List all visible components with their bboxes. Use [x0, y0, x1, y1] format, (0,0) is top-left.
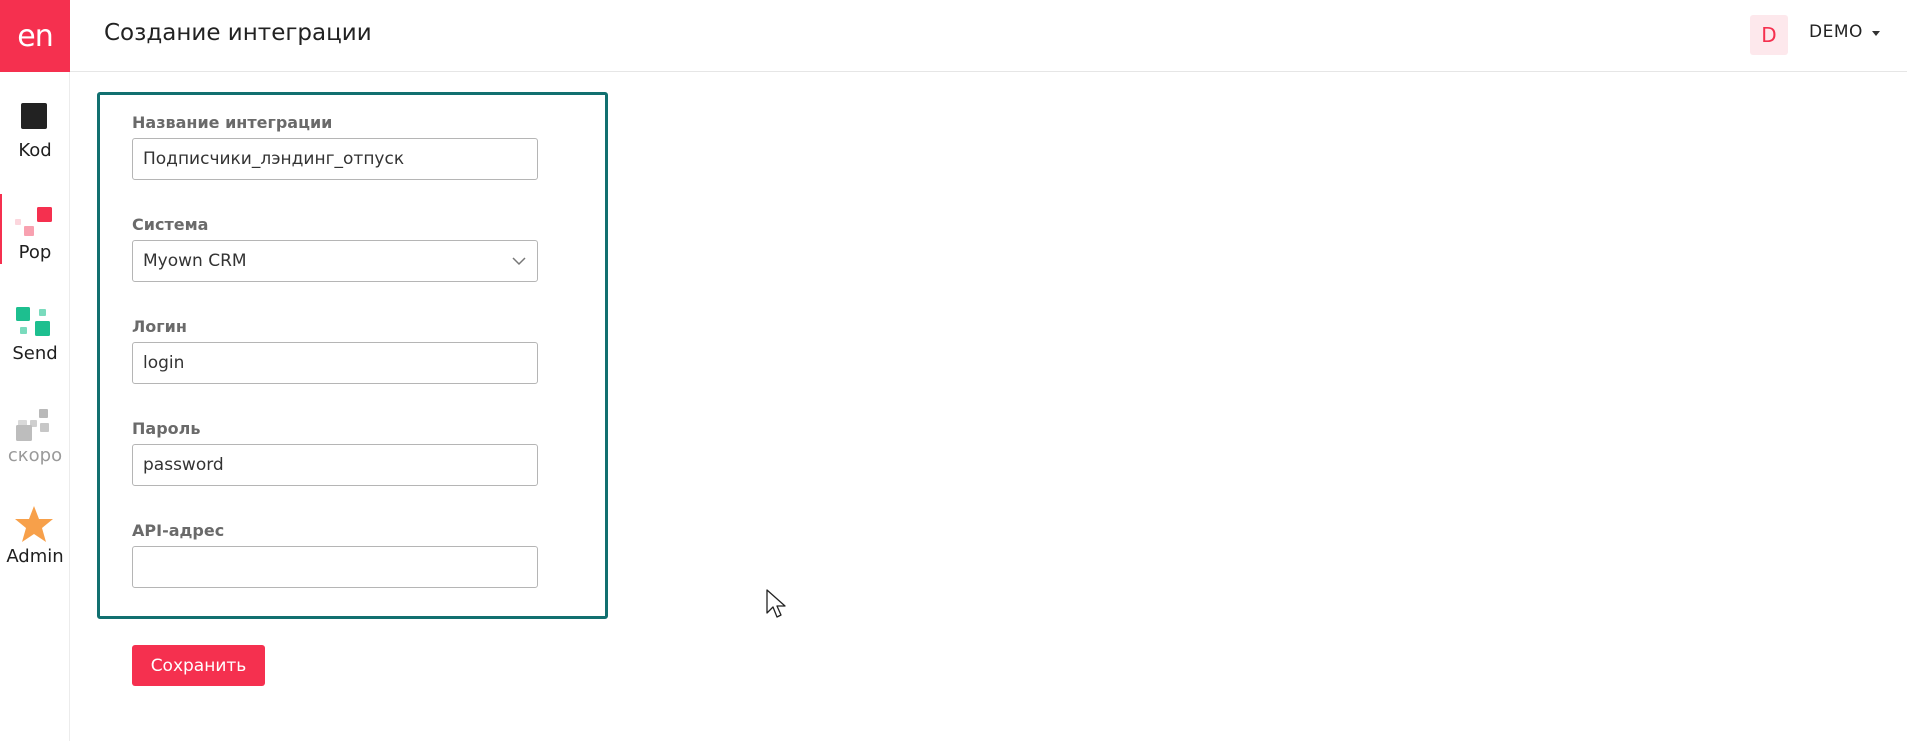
integration-form: Название интеграции Подписчики_лэндинг_о… — [97, 92, 608, 619]
sidebar-item-label: Pop — [18, 242, 52, 263]
mouse-cursor-icon — [766, 589, 786, 618]
field-integration-name: Название интеграции Подписчики_лэндинг_о… — [132, 112, 538, 180]
soon-squares-icon — [16, 409, 49, 441]
input-value: password — [143, 455, 224, 475]
api-address-input[interactable] — [132, 546, 538, 588]
top-header: Создание интеграции D DEMO — [70, 0, 1907, 72]
password-input[interactable]: password — [132, 444, 538, 486]
sidebar: en Kod Pop Send скоро Admin — [0, 0, 70, 741]
field-system: Система Myown CRM — [132, 214, 538, 282]
send-squares-icon — [16, 307, 50, 336]
sidebar-item-admin[interactable]: Admin — [0, 492, 70, 574]
integration-name-input[interactable]: Подписчики_лэндинг_отпуск — [132, 138, 538, 180]
sidebar-item-send[interactable]: Send — [0, 289, 70, 371]
user-menu[interactable]: DEMO — [1809, 22, 1880, 42]
page-title: Создание интеграции — [104, 20, 372, 46]
square-icon — [21, 103, 47, 129]
user-name: DEMO — [1809, 22, 1863, 42]
sidebar-item-kod[interactable]: Kod — [0, 86, 70, 168]
field-password: Пароль password — [132, 418, 538, 486]
chevron-down-icon — [512, 257, 526, 266]
field-label: API-адрес — [132, 521, 225, 540]
field-login: Логин login — [132, 316, 538, 384]
sidebar-item-pop[interactable]: Pop — [0, 188, 70, 270]
field-api-address: API-адрес — [132, 520, 538, 588]
app-logo[interactable]: en — [0, 0, 70, 72]
input-value: login — [143, 353, 185, 373]
logo-text: en — [17, 18, 53, 54]
select-value: Myown CRM — [143, 251, 247, 271]
login-input[interactable]: login — [132, 342, 538, 384]
save-button[interactable]: Сохранить — [132, 645, 265, 686]
sidebar-item-label: скоро — [7, 445, 63, 466]
avatar[interactable]: D — [1750, 15, 1788, 55]
field-label: Название интеграции — [132, 113, 333, 132]
input-value: Подписчики_лэндинг_отпуск — [143, 149, 405, 169]
pop-squares-icon — [15, 207, 52, 236]
caret-down-icon — [1871, 30, 1880, 36]
sidebar-item-soon: скоро — [0, 391, 70, 473]
field-label: Логин — [132, 317, 187, 336]
system-select[interactable]: Myown CRM — [132, 240, 538, 282]
star-icon — [15, 506, 53, 542]
sidebar-item-label: Send — [12, 343, 58, 364]
field-label: Система — [132, 215, 209, 234]
sidebar-item-label: Admin — [6, 546, 64, 567]
field-label: Пароль — [132, 419, 201, 438]
sidebar-item-label: Kod — [18, 140, 52, 161]
